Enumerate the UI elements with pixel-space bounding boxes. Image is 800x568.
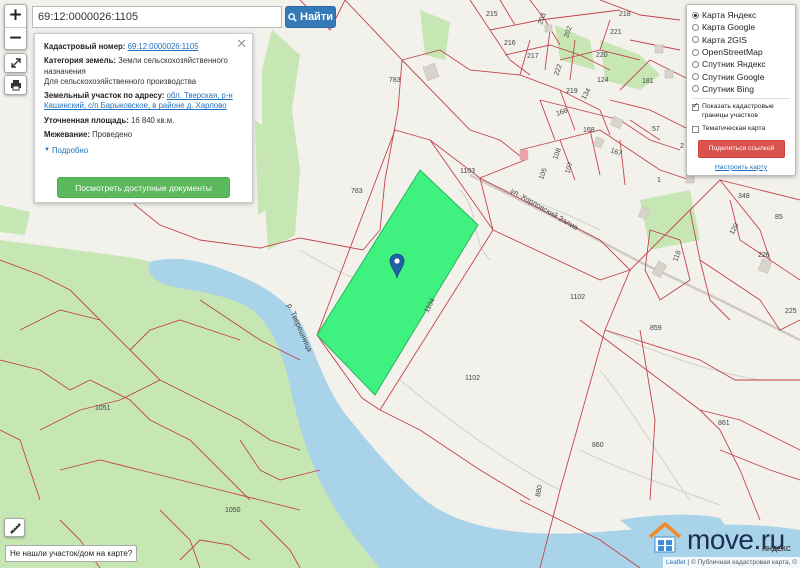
survey-value: Проведено xyxy=(92,129,133,139)
parcel-label: 124 xyxy=(597,77,609,84)
print-icon xyxy=(10,80,21,91)
search-input[interactable] xyxy=(32,6,282,28)
not-found-button[interactable]: Не нашли участок/дом на карте? xyxy=(5,545,138,562)
show-borders-checkbox[interactable] xyxy=(692,101,699,112)
zoom-in-icon[interactable]: + xyxy=(5,5,26,27)
fullscreen-button[interactable] xyxy=(4,53,27,73)
parcel-label: 861 xyxy=(718,420,730,427)
parcel-label: 1 xyxy=(657,177,661,184)
parcel-label: 181 xyxy=(642,78,654,85)
parcel-label: 860 xyxy=(592,442,604,449)
layer-radio[interactable] xyxy=(692,60,699,68)
ruler-icon xyxy=(9,522,21,534)
parcel-label: 216 xyxy=(504,40,516,47)
parcel-label: 859 xyxy=(650,325,662,332)
zoom-control: + − xyxy=(4,4,27,50)
layer-option[interactable]: Карта 2GIS xyxy=(692,34,790,46)
parcel-label: 220 xyxy=(596,52,608,59)
parcel-label: 225 xyxy=(785,308,797,315)
thematic-map-toggle[interactable]: Тематическая карта xyxy=(692,125,790,134)
parcel-label: 1102 xyxy=(465,375,480,382)
cadastral-number-label: Кадастровый номер: xyxy=(44,42,126,51)
address-label: Земельный участок по адресу: xyxy=(44,91,165,101)
print-button[interactable] xyxy=(4,75,27,95)
attribution-text: | © Публичная кадастровая карта, © xyxy=(687,559,797,566)
layer-radio[interactable] xyxy=(692,23,699,31)
layer-option-label: Спутник Яндекс xyxy=(702,59,766,70)
layer-option-label: Карта Google xyxy=(702,22,756,33)
parcel-label: 783 xyxy=(351,188,363,195)
map-attribution: Leaflet | © Публичная кадастровая карта,… xyxy=(663,557,800,568)
parcel-label: 218 xyxy=(619,11,631,18)
cadastral-number-link[interactable]: 69:12:0000026:1105 xyxy=(128,42,199,51)
thematic-map-label: Тематическая карта xyxy=(702,124,766,132)
parcel-label: 1102 xyxy=(570,294,585,301)
parcel-label: 783 xyxy=(389,77,401,84)
ruler-button[interactable] xyxy=(4,518,25,537)
zoom-out-icon[interactable]: − xyxy=(5,27,26,49)
layer-option[interactable]: Спутник Яндекс xyxy=(692,58,790,70)
fullscreen-icon xyxy=(10,58,21,68)
survey-label: Межевание: xyxy=(44,129,90,139)
setup-map-link[interactable]: Настроить карту xyxy=(692,164,790,171)
layers-divider xyxy=(692,98,790,100)
parcel-label: 348 xyxy=(738,193,750,200)
share-link-button[interactable]: Поделиться ссылкой xyxy=(698,139,785,158)
search-icon xyxy=(288,12,297,22)
close-icon[interactable]: ✕ xyxy=(236,37,247,52)
land-category-label: Категория земель: xyxy=(44,56,116,66)
parcel-label: 57 xyxy=(652,126,660,133)
area-value: 16 840 кв.м. xyxy=(131,115,175,125)
layer-option[interactable]: Карта Google xyxy=(692,21,790,33)
land-usage-value: Для сельскохозяйственного производства xyxy=(44,76,197,86)
layer-radio[interactable] xyxy=(692,85,699,93)
area-label: Уточненная площадь: xyxy=(44,115,129,125)
layer-option[interactable]: OpenStreetMap xyxy=(692,46,790,58)
parcel-label: 215 xyxy=(486,11,498,18)
parcel-label: 2 xyxy=(680,143,684,150)
parcel-label: 219 xyxy=(566,88,578,95)
details-toggle[interactable]: ▼ Подробно xyxy=(44,146,88,156)
chevron-down-icon: ▼ xyxy=(44,147,50,154)
layer-option-label: Спутник Google xyxy=(702,71,765,82)
layer-option[interactable]: Карта Яндекс xyxy=(692,9,790,21)
layer-option-label: Спутник Bing xyxy=(702,83,754,94)
show-borders-label: Показать кадастровые границы участков xyxy=(702,103,774,119)
search-button[interactable]: Найти xyxy=(285,6,336,28)
layer-radio[interactable] xyxy=(692,73,699,81)
thematic-map-checkbox[interactable] xyxy=(692,125,699,133)
layer-option-label: Карта Яндекс xyxy=(702,10,757,21)
layer-radio[interactable] xyxy=(692,11,699,19)
parcel-info-popup: ✕ Кадастровый номер: 69:12:0000026:1105 … xyxy=(34,33,253,203)
yandex-logo: ЯНДЕКС xyxy=(762,546,791,553)
layer-radio[interactable] xyxy=(692,36,699,44)
house-logo-icon xyxy=(648,522,682,553)
layer-option-label: OpenStreetMap xyxy=(702,47,763,58)
layer-option[interactable]: Спутник Google xyxy=(692,70,790,82)
parcel-label: 168 xyxy=(583,127,595,134)
layer-list: Карта Яндекс Карта Google Карта 2GIS OpenSt… xyxy=(692,9,790,95)
parcel-label: 85 xyxy=(775,214,783,221)
leaflet-link[interactable]: Leaflet xyxy=(666,559,686,566)
parcel-label: 226 xyxy=(758,252,770,259)
parcel-label: 221 xyxy=(610,29,622,36)
parcel-label: 1103 xyxy=(460,168,475,175)
layer-option-label: Карта 2GIS xyxy=(702,34,747,45)
layer-option[interactable]: Спутник Bing xyxy=(692,83,790,95)
details-label: Подробно xyxy=(51,146,89,156)
view-documents-button[interactable]: Посмотреть доступные документы xyxy=(57,177,230,198)
layer-radio[interactable] xyxy=(692,48,699,56)
search-button-label: Найти xyxy=(300,11,333,23)
map-layers-panel: Карта Яндекс Карта Google Карта 2GIS OpenSt… xyxy=(686,4,796,176)
show-borders-toggle[interactable]: Показать кадастровые границы участков xyxy=(692,101,790,121)
parcel-label: 217 xyxy=(527,53,539,60)
parcel-label: 1051 xyxy=(95,405,111,412)
parcel-label: 1050 xyxy=(225,507,241,514)
